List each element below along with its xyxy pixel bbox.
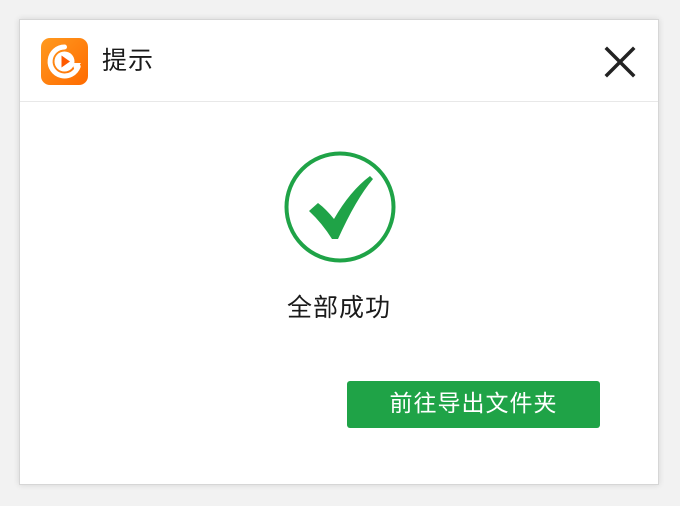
close-icon (604, 46, 636, 78)
check-circle-icon (284, 151, 396, 263)
dialog-title: 提示 (102, 46, 155, 75)
open-export-folder-button[interactable]: 前往导出文件夹 (347, 381, 600, 428)
close-button[interactable] (600, 42, 640, 82)
dialog-titlebar: 提示 (20, 20, 658, 102)
success-dialog: 提示 全部成功 前往导出文件夹 (19, 19, 659, 485)
status-message: 全部成功 (286, 293, 391, 322)
play-logo-icon (41, 38, 88, 85)
